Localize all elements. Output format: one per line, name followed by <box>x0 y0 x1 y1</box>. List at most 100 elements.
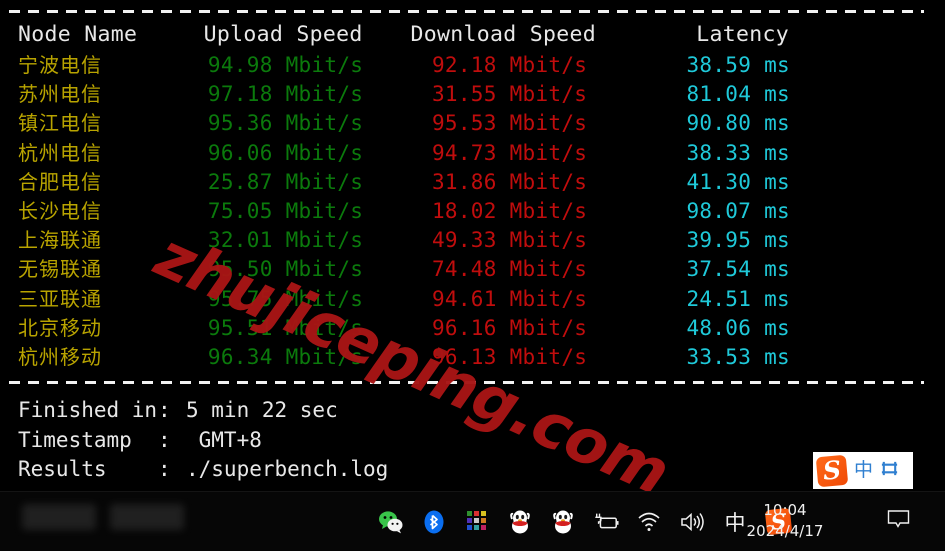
table-row: 苏州电信 97.18 Mbit/s 31.55 Mbit/s 81.04 ms <box>0 80 945 109</box>
table-header: Node Name Upload Speed Download Speed La… <box>0 20 945 51</box>
qq-penguin-glyph-svg <box>510 510 530 533</box>
row-upload-speed: 97.18 Mbit/s <box>207 82 364 107</box>
table-row: 长沙电信 75.05 Mbit/s 18.02 Mbit/s 98.07 ms <box>0 197 945 226</box>
volume-glyph-svg <box>681 512 704 531</box>
row-download-speed: 49.33 Mbit/s <box>431 228 588 253</box>
header-upload-speed: Upload Speed <box>203 22 363 47</box>
row-node-name: 无锡联通 <box>18 257 102 282</box>
table-row: 宁波电信 94.98 Mbit/s 92.18 Mbit/s 38.59 ms <box>0 51 945 80</box>
row-latency: 48.06 ms <box>686 315 790 340</box>
screen: Node Name Upload Speed Download Speed La… <box>0 0 945 551</box>
row-download-speed: 94.73 Mbit/s <box>431 140 588 165</box>
summary-value: ./superbench.log <box>186 457 389 481</box>
terminal-window: Node Name Upload Speed Download Speed La… <box>0 0 945 492</box>
wechat-glyph-svg <box>379 510 403 533</box>
row-download-speed: 31.86 Mbit/s <box>431 169 588 194</box>
row-download-speed: 31.55 Mbit/s <box>431 82 588 107</box>
row-node-name: 镇江电信 <box>18 111 102 136</box>
row-upload-speed: 96.06 Mbit/s <box>207 140 364 165</box>
row-node-name: 杭州移动 <box>18 344 102 369</box>
clock-date: 2024/4/17 <box>746 522 824 540</box>
header-node-name: Node Name <box>18 22 138 47</box>
row-latency: 38.59 ms <box>686 53 790 77</box>
summary-key: Timestamp <box>18 427 132 452</box>
volume-icon[interactable] <box>679 509 705 535</box>
row-upload-speed: 96.34 Mbit/s <box>207 344 364 369</box>
table-row: 三亚联通 95.75 Mbit/s 94.61 Mbit/s 24.51 ms <box>0 285 945 314</box>
row-node-name: 杭州电信 <box>18 140 102 165</box>
bluetooth-glyph-svg <box>424 510 444 533</box>
battery-icon[interactable] <box>593 509 619 535</box>
summary-row: Results: ./superbench.log <box>18 455 388 485</box>
summary-value: GMT+8 <box>186 427 262 452</box>
row-download-speed: 96.16 Mbit/s <box>431 315 588 340</box>
row-download-speed: 94.61 Mbit/s <box>431 286 588 311</box>
row-upload-speed: 95.75 Mbit/s <box>207 286 364 311</box>
row-upload-speed: 75.05 Mbit/s <box>207 198 364 223</box>
color-grid-icon[interactable] <box>464 509 490 535</box>
summary-colon: : <box>158 457 171 481</box>
row-download-speed: 18.02 Mbit/s <box>431 198 588 223</box>
header-latency: Latency <box>696 22 789 47</box>
wifi-icon[interactable] <box>636 509 662 535</box>
ime-chinese-mode-icon[interactable]: 中 <box>854 461 873 480</box>
summary-colon: : <box>158 427 171 452</box>
row-latency: 38.33 ms <box>686 140 790 165</box>
row-node-name: 三亚联通 <box>18 286 102 311</box>
notification-center-icon[interactable] <box>887 510 910 528</box>
wechat-icon[interactable] <box>378 509 404 535</box>
table-row: 杭州移动 96.34 Mbit/s 96.13 Mbit/s 33.53 ms <box>0 343 945 372</box>
separator-middle <box>9 381 924 384</box>
row-latency: 39.95 ms <box>686 228 790 253</box>
table-body: 宁波电信 94.98 Mbit/s 92.18 Mbit/s 38.59 ms 苏州电信… <box>0 51 945 372</box>
speedtest-results-table: Node Name Upload Speed Download Speed La… <box>0 20 945 372</box>
summary-key: Finished in <box>18 398 158 422</box>
row-node-name: 宁波电信 <box>18 53 102 77</box>
header-download-speed: Download Speed <box>410 22 596 47</box>
row-upload-speed: 95.36 Mbit/s <box>207 111 364 136</box>
row-latency: 24.51 ms <box>686 286 790 311</box>
summary-key: Results <box>18 457 107 481</box>
qq-penguin-glyph-svg <box>553 510 573 533</box>
notification-glyph-svg <box>887 510 910 528</box>
sogou-logo-icon[interactable]: S <box>815 454 849 487</box>
summary-value: 5 min 22 sec <box>186 398 338 422</box>
row-latency: 41.30 ms <box>686 169 790 194</box>
row-latency: 90.80 ms <box>686 111 790 136</box>
qq-icon-2[interactable] <box>550 509 576 535</box>
taskbar-open-windows[interactable] <box>22 504 184 530</box>
row-node-name: 合肥电信 <box>18 169 102 194</box>
header-row: Node Name Upload Speed Download Speed La… <box>0 20 945 51</box>
bluetooth-icon[interactable] <box>421 509 447 535</box>
row-upload-speed: 94.98 Mbit/s <box>207 53 364 77</box>
summary-row: Timestamp: GMT+8 <box>18 426 388 456</box>
row-upload-speed: 32.01 Mbit/s <box>207 228 364 253</box>
row-download-speed: 96.13 Mbit/s <box>431 344 588 369</box>
ime-panel-icon[interactable] <box>880 459 899 482</box>
row-latency: 81.04 ms <box>686 82 790 107</box>
row-latency: 33.53 ms <box>686 344 790 369</box>
sogou-ime-floating-bar[interactable]: S 中 <box>813 452 913 489</box>
taskbar: 中 S 10:04 2024/4/17 <box>0 491 945 551</box>
table-row: 合肥电信 25.87 Mbit/s 31.86 Mbit/s 41.30 ms <box>0 168 945 197</box>
summary-colon: : <box>158 398 171 422</box>
row-node-name: 北京移动 <box>18 315 102 340</box>
row-latency: 98.07 ms <box>686 198 790 223</box>
table-row: 镇江电信 95.36 Mbit/s 95.53 Mbit/s 90.80 ms <box>0 109 945 138</box>
row-download-speed: 95.53 Mbit/s <box>431 111 588 136</box>
color-grid-glyph-svg <box>467 510 486 530</box>
summary-row: Finished in: 5 min 22 sec <box>18 396 388 426</box>
wifi-glyph-svg <box>638 512 660 531</box>
separator-top <box>9 10 924 13</box>
table-row: 无锡联通 95.50 Mbit/s 74.48 Mbit/s 37.54 ms <box>0 255 945 284</box>
table-row: 北京移动 95.51 Mbit/s 96.16 Mbit/s 48.06 ms <box>0 314 945 343</box>
row-node-name: 上海联通 <box>18 228 102 253</box>
taskbar-window-item[interactable] <box>22 504 96 530</box>
row-node-name: 苏州电信 <box>18 82 102 107</box>
taskbar-clock[interactable]: 10:04 2024/4/17 <box>730 500 840 542</box>
row-download-speed: 92.18 Mbit/s <box>431 53 588 77</box>
qq-icon-1[interactable] <box>507 509 533 535</box>
row-upload-speed: 95.50 Mbit/s <box>207 257 364 282</box>
taskbar-window-item[interactable] <box>110 504 184 530</box>
row-latency: 37.54 ms <box>686 257 790 282</box>
